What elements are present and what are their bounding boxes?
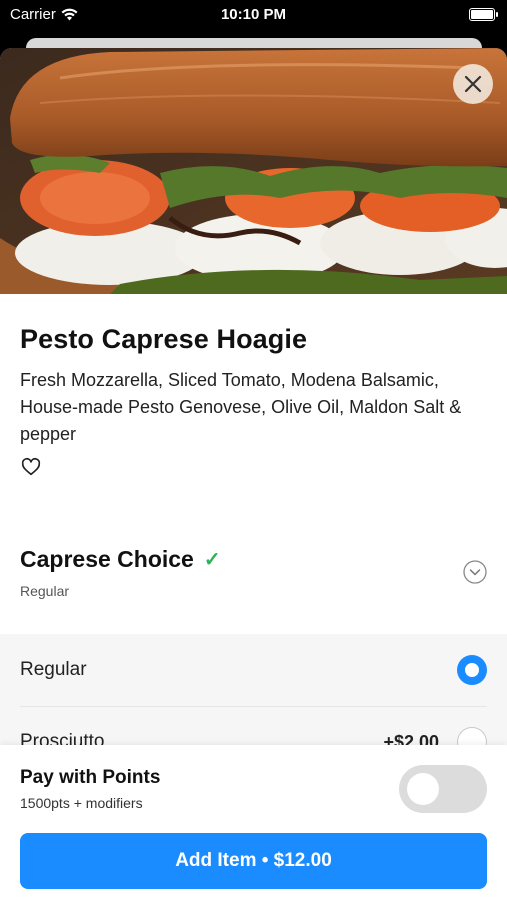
- modifier-group-selection: Regular: [20, 583, 70, 599]
- bottom-action-bar: Pay with Points 1500pts + modifiers Add …: [0, 745, 507, 900]
- pay-with-points-subtitle: 1500pts + modifiers: [20, 795, 143, 811]
- close-icon: [464, 75, 482, 93]
- status-bar: Carrier 10:10 PM: [0, 0, 507, 30]
- close-button[interactable]: [453, 64, 493, 104]
- product-image: [0, 48, 507, 294]
- product-info: Pesto Caprese Hoagie Fresh Mozzarella, S…: [0, 294, 507, 483]
- item-detail-sheet: Pesto Caprese Hoagie Fresh Mozzarella, S…: [0, 48, 507, 900]
- pay-with-points-toggle[interactable]: [399, 765, 487, 813]
- modifier-group-header[interactable]: Caprese Choice ✓ Regular: [20, 546, 487, 599]
- product-description: Fresh Mozzarella, Sliced Tomato, Modena …: [20, 370, 462, 444]
- option-label: Regular: [20, 659, 87, 680]
- pay-with-points-title: Pay with Points: [20, 767, 161, 788]
- product-title: Pesto Caprese Hoagie: [20, 324, 308, 354]
- modifier-group-title: Caprese Choice: [20, 546, 194, 572]
- battery-icon: [469, 8, 498, 21]
- checkmark-icon: ✓: [203, 549, 221, 571]
- heart-outline-icon[interactable]: [20, 456, 42, 478]
- chevron-down-circle-icon[interactable]: [463, 560, 487, 584]
- add-item-button[interactable]: Add Item • $12.00: [20, 833, 487, 889]
- toggle-knob: [407, 773, 439, 805]
- status-time: 10:10 PM: [220, 6, 287, 23]
- option-row[interactable]: Regular: [20, 634, 487, 707]
- option-radio-selected[interactable]: [457, 655, 487, 685]
